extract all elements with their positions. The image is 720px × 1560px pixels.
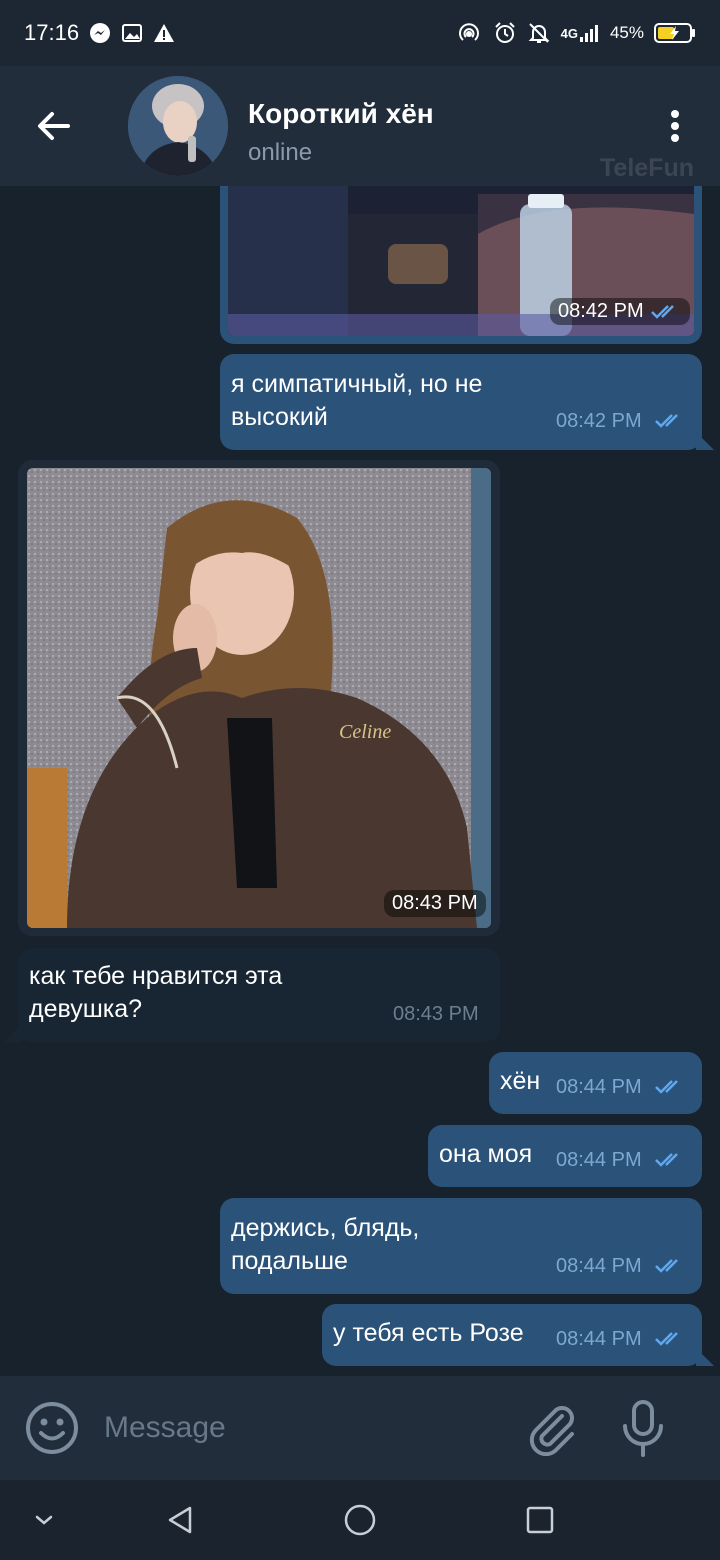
photo[interactable]: Celine (27, 468, 491, 928)
message-time: 08:43 PM (392, 892, 478, 914)
battery-percent: 45% (609, 23, 644, 42)
back-button[interactable] (34, 106, 74, 146)
message-outgoing[interactable]: она моя 08:44 PM (428, 1125, 702, 1187)
nav-back-button[interactable] (160, 1500, 200, 1540)
message-time: 08:42 PM (556, 410, 642, 432)
status-time: 17:16 (24, 20, 80, 45)
gallery-icon (121, 22, 143, 44)
double-check-icon (655, 1332, 678, 1346)
message-text: она моя (439, 1140, 533, 1168)
chat-header: Короткий хён online TeleFun (0, 66, 720, 186)
triangle-back-icon (168, 1506, 192, 1534)
emoji-icon (26, 1402, 78, 1454)
message-text: держись, блядь, подальше (231, 1214, 420, 1275)
message-incoming[interactable]: как тебе нравится эта девушка? 08:43 PM (18, 948, 500, 1042)
message-photo-outgoing[interactable]: 08:42 PM (220, 186, 702, 344)
jacket-logo: Celine (339, 721, 391, 743)
status-bar: 17:16 4G 45% (0, 0, 720, 66)
message-time: 08:44 PM (556, 1149, 642, 1171)
message-text: у тебя есть Розе (333, 1319, 524, 1347)
message-input-bar (0, 1376, 720, 1480)
navigation-bar (0, 1480, 720, 1560)
photo-image: Celine (27, 468, 491, 928)
chat-title[interactable]: Короткий хён (248, 98, 434, 130)
message-time: 08:44 PM (556, 1328, 642, 1350)
emoji-button[interactable] (24, 1400, 80, 1456)
message-text: как тебе нравится эта девушка? (29, 962, 283, 1023)
message-outgoing[interactable]: держись, блядь, подальше 08:44 PM (220, 1198, 702, 1294)
message-input[interactable] (104, 1402, 504, 1454)
paperclip-icon (529, 1406, 574, 1457)
message-outgoing[interactable]: у тебя есть Розе 08:44 PM (322, 1304, 702, 1366)
message-time: 08:42 PM (558, 300, 644, 322)
attach-button[interactable] (526, 1402, 580, 1457)
double-check-icon (655, 1259, 678, 1273)
message-time: 08:43 PM (393, 1003, 479, 1025)
status-right: 4G 45% (457, 21, 696, 45)
avatar[interactable] (128, 76, 228, 176)
double-check-icon (655, 414, 678, 428)
battery-icon (654, 22, 696, 44)
warning-icon (153, 22, 175, 44)
message-text: хён (500, 1067, 541, 1095)
network-label: 4G (560, 25, 578, 41)
watermark: TeleFun (600, 154, 694, 182)
photo-time: 08:43 PM (384, 890, 486, 917)
nav-recents-button[interactable] (520, 1500, 560, 1540)
alarm-icon (493, 21, 517, 45)
message-time: 08:44 PM (556, 1076, 642, 1098)
message-time: 08:44 PM (556, 1255, 642, 1277)
hide-keyboard-button[interactable] (24, 1500, 64, 1540)
menu-button[interactable] (660, 106, 690, 146)
avatar-photo (128, 76, 228, 176)
photo-time: 08:42 PM (550, 298, 690, 325)
mute-icon (527, 21, 551, 45)
microphone-icon (623, 1400, 663, 1457)
more-vertical-icon (671, 110, 679, 142)
message-outgoing[interactable]: я симпатичный, но не высокий 08:42 PM (220, 354, 702, 450)
square-recents-icon (526, 1506, 554, 1534)
chat-area[interactable]: 08:42 PM я симпатичный, но не высокий 08… (0, 186, 720, 1376)
chevron-down-icon (35, 1515, 53, 1525)
circle-home-icon (344, 1504, 376, 1536)
bubble-tail (696, 1348, 714, 1366)
double-check-icon (655, 1080, 678, 1094)
chat-status: online (248, 139, 313, 166)
double-check-icon (650, 304, 674, 319)
messenger-icon (89, 22, 111, 44)
status-left: 17:16 (24, 20, 175, 46)
nav-home-button[interactable] (340, 1500, 380, 1540)
signal-icon: 4G (561, 22, 600, 44)
voice-button[interactable] (620, 1400, 666, 1458)
bubble-tail (696, 432, 714, 450)
arrow-left-icon (38, 112, 70, 140)
message-text: я симпатичный, но не высокий (231, 370, 483, 431)
message-outgoing[interactable]: хён 08:44 PM (489, 1052, 702, 1114)
hotspot-icon (457, 21, 483, 45)
bubble-tail (4, 1024, 22, 1042)
message-photo-incoming[interactable]: Celine 08:43 PM (18, 460, 500, 936)
double-check-icon (655, 1153, 678, 1167)
